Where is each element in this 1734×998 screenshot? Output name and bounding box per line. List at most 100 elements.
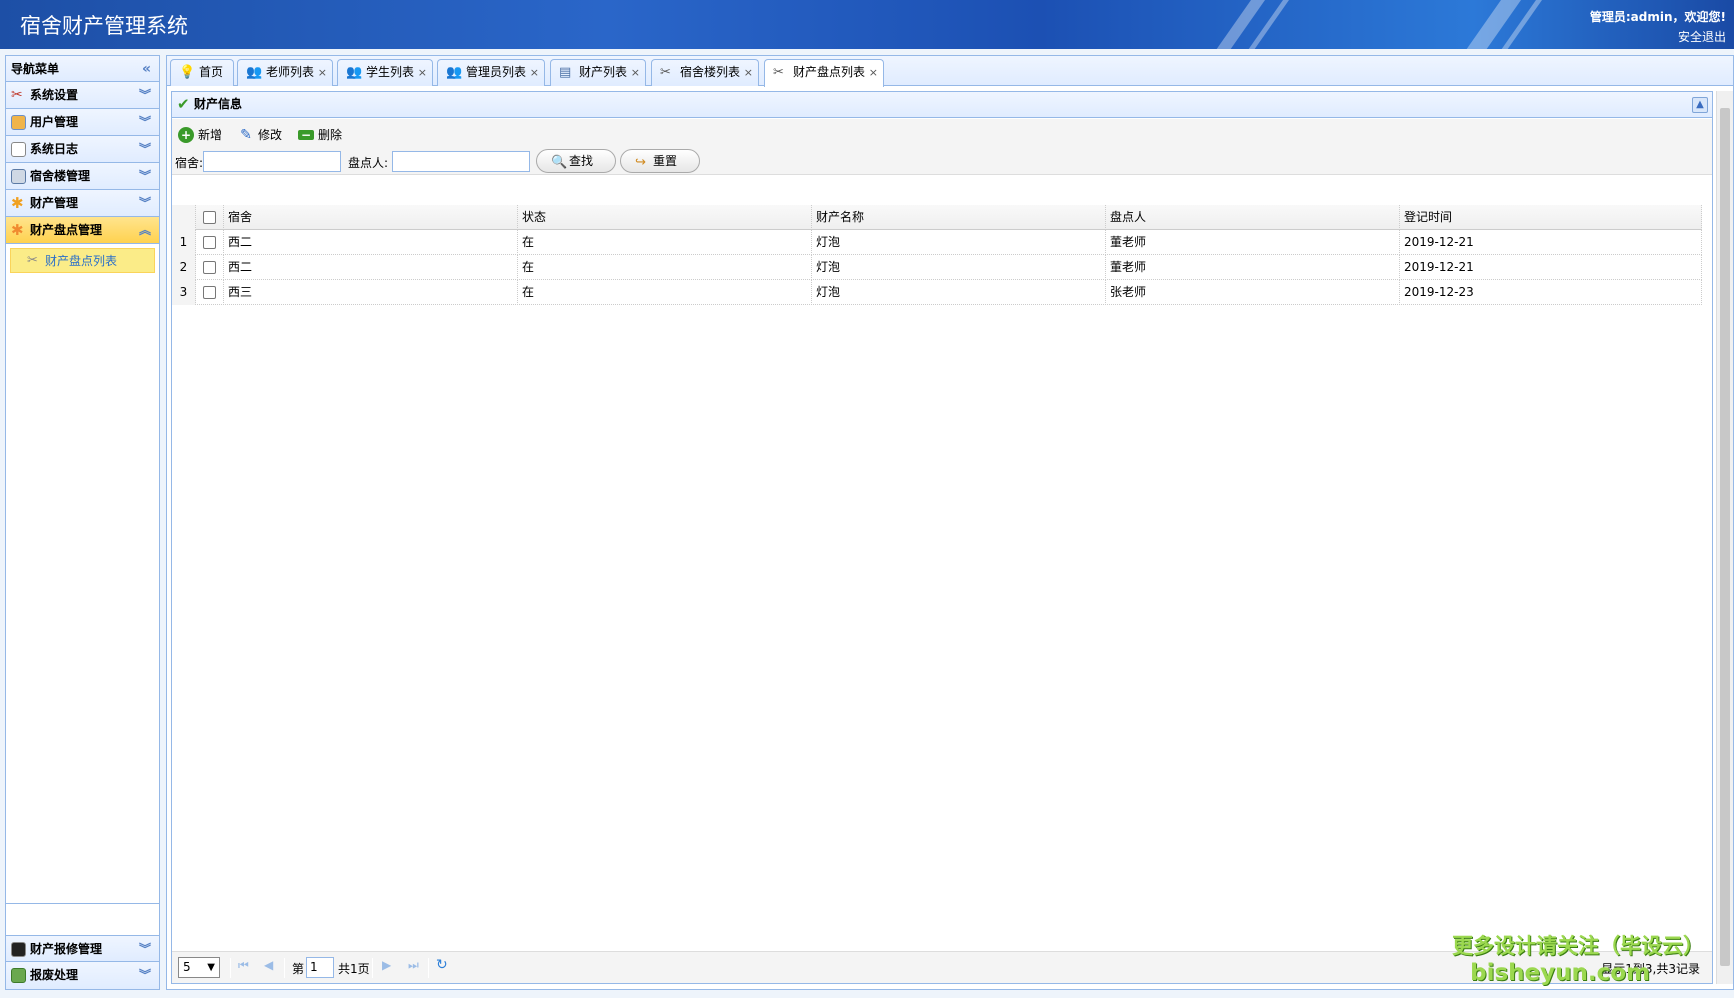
collapse-sidebar-icon[interactable]: « xyxy=(142,56,151,82)
row-number: 1 xyxy=(172,230,196,255)
prev-page-icon[interactable]: ◀ xyxy=(264,958,273,972)
tools-icon: ✂ xyxy=(773,65,784,80)
chevron-down-icon: ︾ xyxy=(138,88,151,102)
page-size-select[interactable]: 5 ▼ xyxy=(178,957,220,978)
close-icon[interactable]: × xyxy=(869,60,878,85)
close-icon[interactable]: × xyxy=(631,60,640,85)
checker-input[interactable] xyxy=(392,151,530,172)
scrollbar-thumb[interactable] xyxy=(1720,108,1730,966)
first-page-icon[interactable]: ⏮ xyxy=(238,958,249,973)
tab-home[interactable]: 💡 首页 xyxy=(170,59,235,86)
sidebar-submenu: ✂ 财产盘点列表 xyxy=(6,244,159,904)
table-row[interactable]: 2 西二 在 灯泡 董老师 2019-12-21 xyxy=(172,255,1702,280)
column-header-checker[interactable]: 盘点人 xyxy=(1106,205,1400,230)
vertical-scrollbar[interactable] xyxy=(1716,91,1733,984)
building-icon xyxy=(11,169,26,184)
search-icon: 🔍 xyxy=(551,155,568,170)
asset-icon: ✱ xyxy=(11,194,24,212)
current-page-input[interactable]: 1 xyxy=(306,957,334,978)
pencil-icon: ✎ xyxy=(240,127,252,143)
last-page-icon[interactable]: ⏭ xyxy=(408,958,419,973)
sidebar-item-asset-management[interactable]: ✱ 财产管理 ︾ xyxy=(6,190,159,217)
pager-divider xyxy=(230,958,231,978)
row-checkbox[interactable] xyxy=(203,236,216,249)
cell-checker: 张老师 xyxy=(1106,280,1400,305)
close-icon[interactable]: × xyxy=(418,60,427,85)
reset-button[interactable]: ↪ 重置 xyxy=(620,149,700,173)
add-icon: + xyxy=(178,127,194,143)
sidebar-item-label: 用户管理 xyxy=(30,115,79,129)
collapse-panel-icon[interactable]: ▲ xyxy=(1692,97,1708,113)
inventory-icon: ✱ xyxy=(11,221,24,239)
row-checkbox[interactable] xyxy=(203,286,216,299)
cell-time: 2019-12-23 xyxy=(1400,280,1702,305)
tab-dorm-building-list[interactable]: ✂ 宿舍楼列表 × xyxy=(651,59,760,86)
row-select-cell xyxy=(196,280,224,305)
cell-dorm: 西二 xyxy=(224,230,518,255)
row-select-cell xyxy=(196,255,224,280)
remove-icon: − xyxy=(298,129,314,141)
sidebar-item-inventory-management[interactable]: ✱ 财产盘点管理 ︽ xyxy=(6,217,159,244)
cell-dorm: 西三 xyxy=(224,280,518,305)
tab-asset-list[interactable]: ▤ 财产列表 × xyxy=(550,59,647,86)
chevron-down-icon: ︾ xyxy=(138,942,151,956)
save-icon: ▤ xyxy=(559,65,572,80)
sidebar-item-dorm-building[interactable]: 宿舍楼管理 ︾ xyxy=(6,163,159,190)
search-button[interactable]: 🔍 查找 xyxy=(536,149,616,173)
edit-button[interactable]: ✎ 修改 xyxy=(238,125,282,145)
table-row[interactable]: 1 西二 在 灯泡 董老师 2019-12-21 xyxy=(172,230,1702,255)
terminal-icon xyxy=(11,942,26,957)
refresh-icon[interactable]: ↻ xyxy=(436,957,448,973)
user-icon xyxy=(11,115,26,130)
tab-teacher-list[interactable]: 👥 老师列表 × xyxy=(237,59,334,86)
cell-dorm: 西二 xyxy=(224,255,518,280)
close-icon[interactable]: × xyxy=(318,60,327,85)
header-decoration xyxy=(1201,0,1273,49)
tab-admin-list[interactable]: 👥 管理员列表 × xyxy=(437,59,546,86)
dorm-input[interactable] xyxy=(203,151,341,172)
next-page-icon[interactable]: ▶ xyxy=(382,958,391,972)
check-icon: ✔ xyxy=(177,95,190,113)
cell-asset: 灯泡 xyxy=(812,280,1106,305)
row-number: 2 xyxy=(172,255,196,280)
nav-menu-title-label: 导航菜单 xyxy=(11,62,60,76)
sidebar-item-scrap-handling[interactable]: 报废处理 ︾ xyxy=(6,962,159,989)
sidebar-item-system-settings[interactable]: ✂ 系统设置 ︾ xyxy=(6,82,159,109)
tab-inventory-list[interactable]: ✂ 财产盘点列表 × xyxy=(764,59,885,87)
table-row[interactable]: 3 西三 在 灯泡 张老师 2019-12-23 xyxy=(172,280,1702,305)
cell-status: 在 xyxy=(518,230,812,255)
current-page-value: 1 xyxy=(310,960,318,974)
close-icon[interactable]: × xyxy=(744,60,753,85)
column-header-status[interactable]: 状态 xyxy=(518,205,812,230)
add-button-label: 新增 xyxy=(198,128,223,142)
row-checkbox[interactable] xyxy=(203,261,216,274)
cell-checker: 董老师 xyxy=(1106,230,1400,255)
add-button[interactable]: + 新增 xyxy=(178,125,222,145)
delete-button[interactable]: − 删除 xyxy=(298,125,342,145)
sidebar-item-user-management[interactable]: 用户管理 ︾ xyxy=(6,109,159,136)
search-button-label: 查找 xyxy=(569,154,594,168)
tab-student-list[interactable]: 👥 学生列表 × xyxy=(337,59,434,86)
close-icon[interactable]: × xyxy=(530,60,539,85)
sidebar-subitem-label: 财产盘点列表 xyxy=(45,254,118,268)
logout-link[interactable]: 安全退出 xyxy=(1678,28,1726,45)
sidebar-subitem-inventory-list[interactable]: ✂ 财产盘点列表 xyxy=(10,248,155,273)
total-pages: 共1页 xyxy=(338,962,370,976)
sidebar-item-system-log[interactable]: 系统日志 ︾ xyxy=(6,136,159,163)
select-all-checkbox[interactable] xyxy=(203,211,216,224)
chevron-down-icon: ︾ xyxy=(138,115,151,129)
grid-header-row: 宿舍 状态 财产名称 盘点人 登记时间 xyxy=(172,205,1702,230)
cell-asset: 灯泡 xyxy=(812,255,1106,280)
column-header-time[interactable]: 登记时间 xyxy=(1400,205,1702,230)
chevron-down-icon: ︾ xyxy=(138,142,151,156)
user-group-icon: 👥 xyxy=(446,65,463,80)
sidebar-item-label: 财产盘点管理 xyxy=(30,223,103,237)
sidebar-item-repair-management[interactable]: 财产报修管理 ︾ xyxy=(6,935,159,962)
column-header-dorm[interactable]: 宿舍 xyxy=(224,205,518,230)
watermark-line2: bisheyun.com xyxy=(1470,960,1650,986)
tab-label: 管理员列表 xyxy=(466,65,527,79)
column-header-asset[interactable]: 财产名称 xyxy=(812,205,1106,230)
user-greeting: 管理员:admin，欢迎您! xyxy=(1589,10,1726,24)
pager-divider xyxy=(372,958,373,978)
bulb-icon: 💡 xyxy=(179,65,196,80)
